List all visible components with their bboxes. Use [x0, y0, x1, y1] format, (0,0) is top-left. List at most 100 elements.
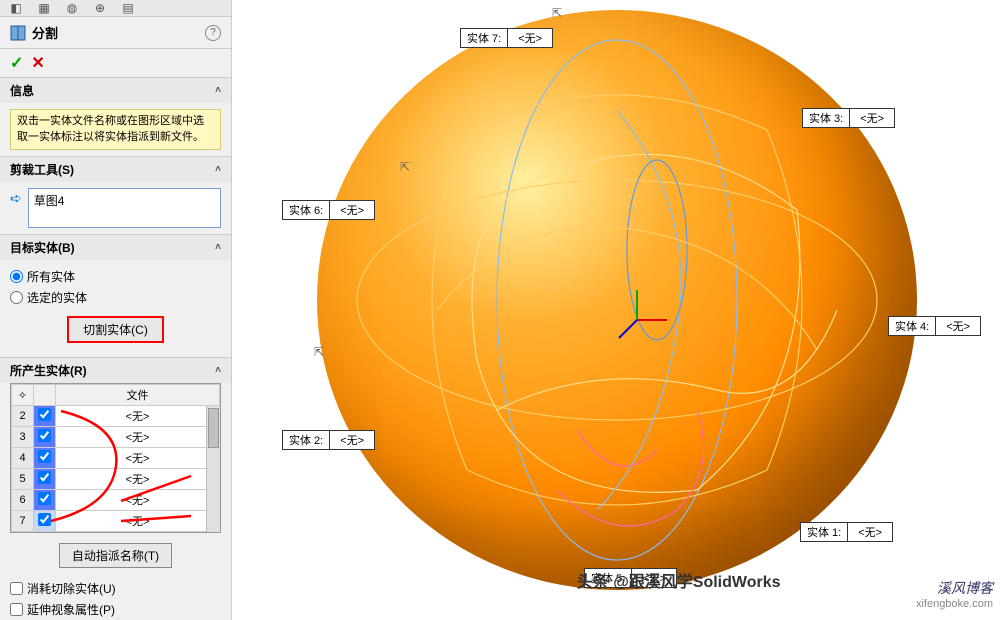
pin-icon: ⇱: [552, 6, 562, 20]
section-result-label: 所产生实体(R): [10, 362, 87, 379]
callout-label: 实体 2:: [283, 430, 330, 450]
table-scrollbar[interactable]: [206, 406, 220, 532]
body-callout[interactable]: 实体 6:<无>: [282, 200, 375, 220]
cut-bodies-button[interactable]: 切割实体(C): [67, 316, 164, 343]
table-row[interactable]: 7 <无>: [12, 511, 220, 532]
row-number: 3: [12, 427, 34, 448]
tab-icon[interactable]: ▦: [36, 0, 52, 16]
row-file-cell[interactable]: <无>: [56, 427, 220, 448]
feature-title: 分割: [32, 23, 58, 42]
row-file-cell[interactable]: <无>: [56, 448, 220, 469]
row-number: 4: [12, 448, 34, 469]
table-row[interactable]: 6<无>: [12, 490, 220, 511]
chevron-up-icon: ˄: [215, 365, 221, 376]
row-file-cell[interactable]: <无>: [56, 406, 220, 427]
row-checkbox[interactable]: [38, 408, 51, 421]
help-icon[interactable]: ?: [205, 25, 221, 41]
row-checkbox-cell[interactable]: [34, 469, 56, 490]
ok-button[interactable]: ✓: [10, 53, 23, 73]
table-row[interactable]: 4 <无>: [12, 448, 220, 469]
consume-checkbox[interactable]: [10, 582, 23, 595]
chevron-up-icon: ˄: [215, 85, 221, 96]
model-sphere[interactable]: [317, 10, 917, 590]
callout-value[interactable]: <无>: [508, 28, 552, 48]
extend-label: 延伸视象属性(P): [27, 601, 115, 618]
callout-label: 实体 3:: [803, 108, 850, 128]
section-info-label: 信息: [10, 82, 34, 99]
row-file-cell[interactable]: <无>: [56, 490, 220, 511]
trim-tool-value: 草图4: [34, 194, 65, 208]
body-callout[interactable]: 实体 1:<无>: [800, 522, 893, 542]
row-number: 7: [12, 511, 34, 532]
row-checkbox[interactable]: [38, 513, 51, 526]
radio-all-input[interactable]: [10, 270, 23, 283]
consume-label: 消耗切除实体(U): [27, 580, 116, 597]
row-checkbox[interactable]: [38, 429, 51, 442]
trim-tool-input[interactable]: 草图4: [28, 188, 221, 228]
pin-icon: ⇱: [400, 160, 410, 174]
table-row[interactable]: 2 <无>: [12, 406, 220, 427]
callout-label: 实体 6:: [283, 200, 330, 220]
split-icon: [10, 25, 26, 41]
callout-value[interactable]: <无>: [330, 200, 374, 220]
watermark-line2: xifengboke.com: [916, 598, 993, 610]
body-callout[interactable]: 实体 7:<无>: [460, 28, 553, 48]
extend-checkbox[interactable]: [10, 603, 23, 616]
radio-selected-bodies[interactable]: 选定的实体: [10, 287, 221, 308]
sketch-curves: [317, 10, 917, 590]
col-corner: ✧: [12, 385, 34, 406]
table-row[interactable]: 5 <无>: [12, 469, 220, 490]
row-checkbox-cell[interactable]: [34, 427, 56, 448]
section-target-header[interactable]: 目标实体(B) ˄: [0, 235, 231, 260]
cancel-button[interactable]: ✕: [31, 53, 44, 73]
selection-arrow-icon: ➪: [10, 190, 22, 207]
tab-icon[interactable]: ⊕: [92, 0, 108, 16]
section-target-label: 目标实体(B): [10, 239, 75, 256]
row-file-cell[interactable]: <无>: [56, 511, 220, 532]
section-trim-label: 剪裁工具(S): [10, 161, 74, 178]
property-panel: ◧ ▦ ◍ ⊕ ▤ 分割 ? ✓ ✕ 信息 ˄ 双击一实体文件名称或在图形区域中…: [0, 0, 232, 620]
consume-checkbox-row[interactable]: 消耗切除实体(U): [0, 578, 231, 599]
extend-checkbox-row[interactable]: 延伸视象属性(P): [0, 599, 231, 620]
panel-tabs: ◧ ▦ ◍ ⊕ ▤: [0, 0, 231, 17]
row-checkbox[interactable]: [38, 492, 51, 505]
row-checkbox[interactable]: [38, 471, 51, 484]
credit-text: 头条 @跟溪风学SolidWorks: [577, 568, 781, 592]
auto-assign-button[interactable]: 自动指派名称(T): [59, 543, 172, 568]
col-file: 文件: [56, 385, 220, 406]
scroll-thumb[interactable]: [208, 408, 219, 448]
table-row[interactable]: 3 <无>: [12, 427, 220, 448]
section-trim-header[interactable]: 剪裁工具(S) ˄: [0, 157, 231, 182]
row-number: 2: [12, 406, 34, 427]
confirm-bar: ✓ ✕: [0, 49, 231, 77]
row-checkbox-cell[interactable]: [34, 448, 56, 469]
row-checkbox[interactable]: [38, 450, 51, 463]
radio-sel-input[interactable]: [10, 291, 23, 304]
col-check: [34, 385, 56, 406]
row-checkbox-cell[interactable]: [34, 406, 56, 427]
callout-value[interactable]: <无>: [936, 316, 980, 336]
tab-icon[interactable]: ◧: [8, 0, 24, 16]
section-result-header[interactable]: 所产生实体(R) ˄: [0, 358, 231, 383]
radio-all-bodies[interactable]: 所有实体: [10, 266, 221, 287]
callout-value[interactable]: <无>: [330, 430, 374, 450]
section-info-header[interactable]: 信息 ˄: [0, 78, 231, 103]
body-callout[interactable]: 实体 3:<无>: [802, 108, 895, 128]
chevron-up-icon: ˄: [215, 242, 221, 253]
row-checkbox-cell[interactable]: [34, 490, 56, 511]
row-checkbox-cell[interactable]: [34, 511, 56, 532]
row-file-cell[interactable]: <无>: [56, 469, 220, 490]
body-callout[interactable]: 实体 2:<无>: [282, 430, 375, 450]
graphics-viewport[interactable]: ⇱ ⇱ ⇱ 实体 7:<无>实体 3:<无>实体 6:<无>实体 4:<无>实体…: [232, 0, 1003, 620]
callout-label: 实体 7:: [461, 28, 508, 48]
callout-value[interactable]: <无>: [848, 522, 892, 542]
tab-icon[interactable]: ▤: [120, 0, 136, 16]
callout-value[interactable]: <无>: [850, 108, 894, 128]
result-table: ✧ 文件 2<无>3<无>4<无>5<无>6<无>7<无>: [10, 383, 221, 533]
info-message: 双击一实体文件名称或在图形区域中选取一实体标注以将实体指派到新文件。: [10, 109, 221, 150]
body-callout[interactable]: 实体 4:<无>: [888, 316, 981, 336]
tab-icon[interactable]: ◍: [64, 0, 80, 16]
feature-header: 分割 ?: [0, 17, 231, 49]
chevron-up-icon: ˄: [215, 164, 221, 175]
row-number: 5: [12, 469, 34, 490]
